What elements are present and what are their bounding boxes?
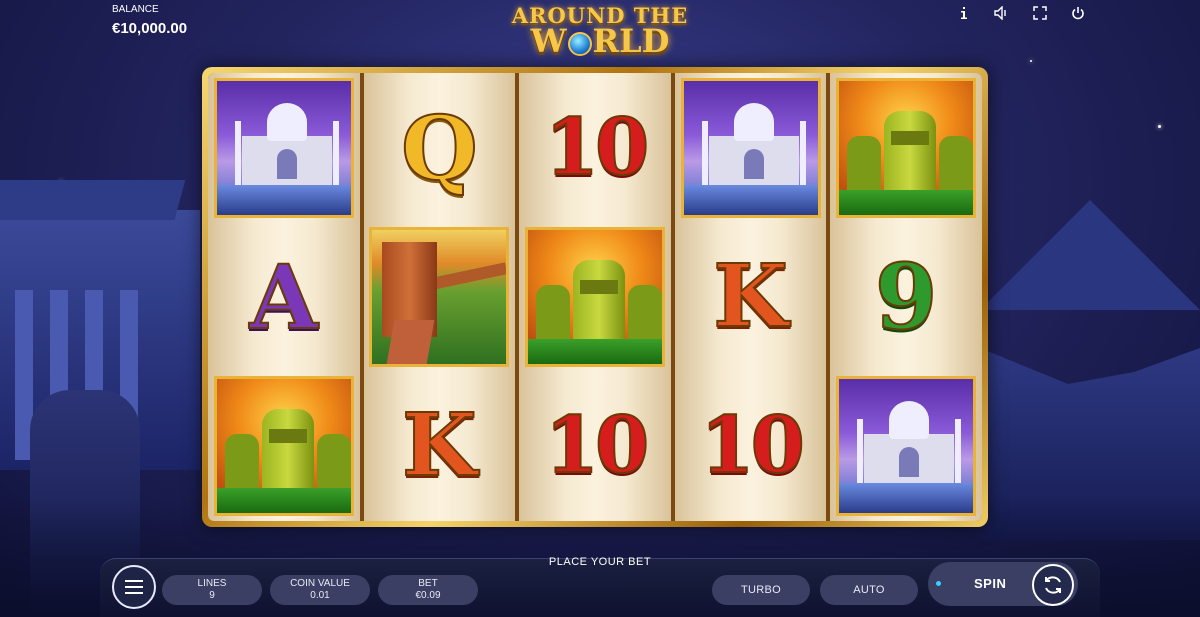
reel-2: Q K: [363, 73, 516, 521]
game-logo: AROUND THE W RLD: [505, 3, 695, 71]
top-toolbar: [945, 3, 1097, 23]
reel-5: 9: [830, 73, 982, 521]
turbo-button[interactable]: TURBO: [712, 575, 810, 605]
power-icon[interactable]: [1059, 3, 1097, 23]
star: [1030, 60, 1032, 62]
lines-label: LINES: [197, 578, 227, 589]
spin-icon[interactable]: [1032, 564, 1074, 606]
lines-value: 9: [209, 590, 215, 601]
reel-cell: 10: [675, 372, 827, 521]
spin-indicator: [936, 581, 941, 586]
reel-cell: 10: [519, 73, 671, 222]
reels: A Q K 10 10 K 10 9: [208, 73, 982, 521]
balance-label: BALANCE: [112, 4, 159, 15]
reel-cell: [364, 222, 516, 371]
reel-cell: [830, 372, 982, 521]
nine-symbol: 9: [874, 243, 939, 350]
reel-cell: K: [675, 222, 827, 371]
logo-line2: W RLD: [530, 22, 670, 60]
speaker-icon[interactable]: [983, 3, 1021, 23]
spin-label: SPIN: [974, 576, 1007, 591]
ten-symbol: 10: [544, 101, 651, 193]
moai-symbol: [213, 376, 354, 517]
reel-cell: [675, 73, 827, 222]
hamburger-icon: [125, 580, 143, 594]
reel-cell: K: [364, 372, 516, 521]
bet-value: €0.09: [415, 590, 441, 601]
coin-value-selector[interactable]: COIN VALUE 0.01: [270, 575, 370, 605]
reel-cell: [830, 73, 982, 222]
reel-cell: Q: [364, 73, 516, 222]
taj-mahal-symbol: [680, 77, 821, 218]
k-symbol: K: [712, 245, 789, 347]
pyramid-silhouette: [980, 200, 1200, 310]
great-wall-symbol: [369, 226, 510, 367]
moai-symbol: [524, 226, 665, 367]
coin-value-value: 0.01: [310, 590, 330, 601]
globe-icon: [567, 31, 592, 56]
reel-cell: 9: [830, 222, 982, 371]
balance-value: €10,000.00: [112, 20, 188, 37]
q-symbol: Q: [400, 95, 479, 200]
reel-cell: [208, 73, 360, 222]
reel-4: K 10: [674, 73, 827, 521]
menu-button[interactable]: [112, 565, 156, 609]
bet-selector[interactable]: BET €0.09: [378, 575, 478, 605]
ten-symbol: 10: [699, 400, 806, 492]
ten-symbol: 10: [544, 400, 651, 492]
control-bar: PLACE YOUR BET LINES 9 COIN VALUE 0.01 B…: [100, 548, 1100, 617]
reel-cell: [519, 222, 671, 371]
taj-mahal-symbol: [836, 376, 977, 517]
auto-button[interactable]: AUTO: [820, 575, 918, 605]
spin-button[interactable]: SPIN: [928, 562, 1078, 606]
a-symbol: A: [249, 244, 319, 349]
reel-1: A: [208, 73, 360, 521]
reel-cell: [208, 372, 360, 521]
lines-selector[interactable]: LINES 9: [162, 575, 262, 605]
fullscreen-icon[interactable]: [1021, 3, 1059, 23]
reels-frame: A Q K 10 10 K 10 9: [202, 67, 988, 527]
reel-3: 10 10: [519, 73, 671, 521]
taj-mahal-symbol: [213, 77, 354, 218]
coin-value-label: COIN VALUE: [290, 578, 350, 589]
bet-label: BET: [418, 578, 438, 589]
moai-symbol: [836, 77, 977, 218]
reel-cell: A: [208, 222, 360, 371]
info-icon[interactable]: [945, 3, 983, 23]
reel-cell: 10: [519, 372, 671, 521]
k-symbol: K: [401, 395, 478, 497]
star: [1158, 125, 1161, 128]
